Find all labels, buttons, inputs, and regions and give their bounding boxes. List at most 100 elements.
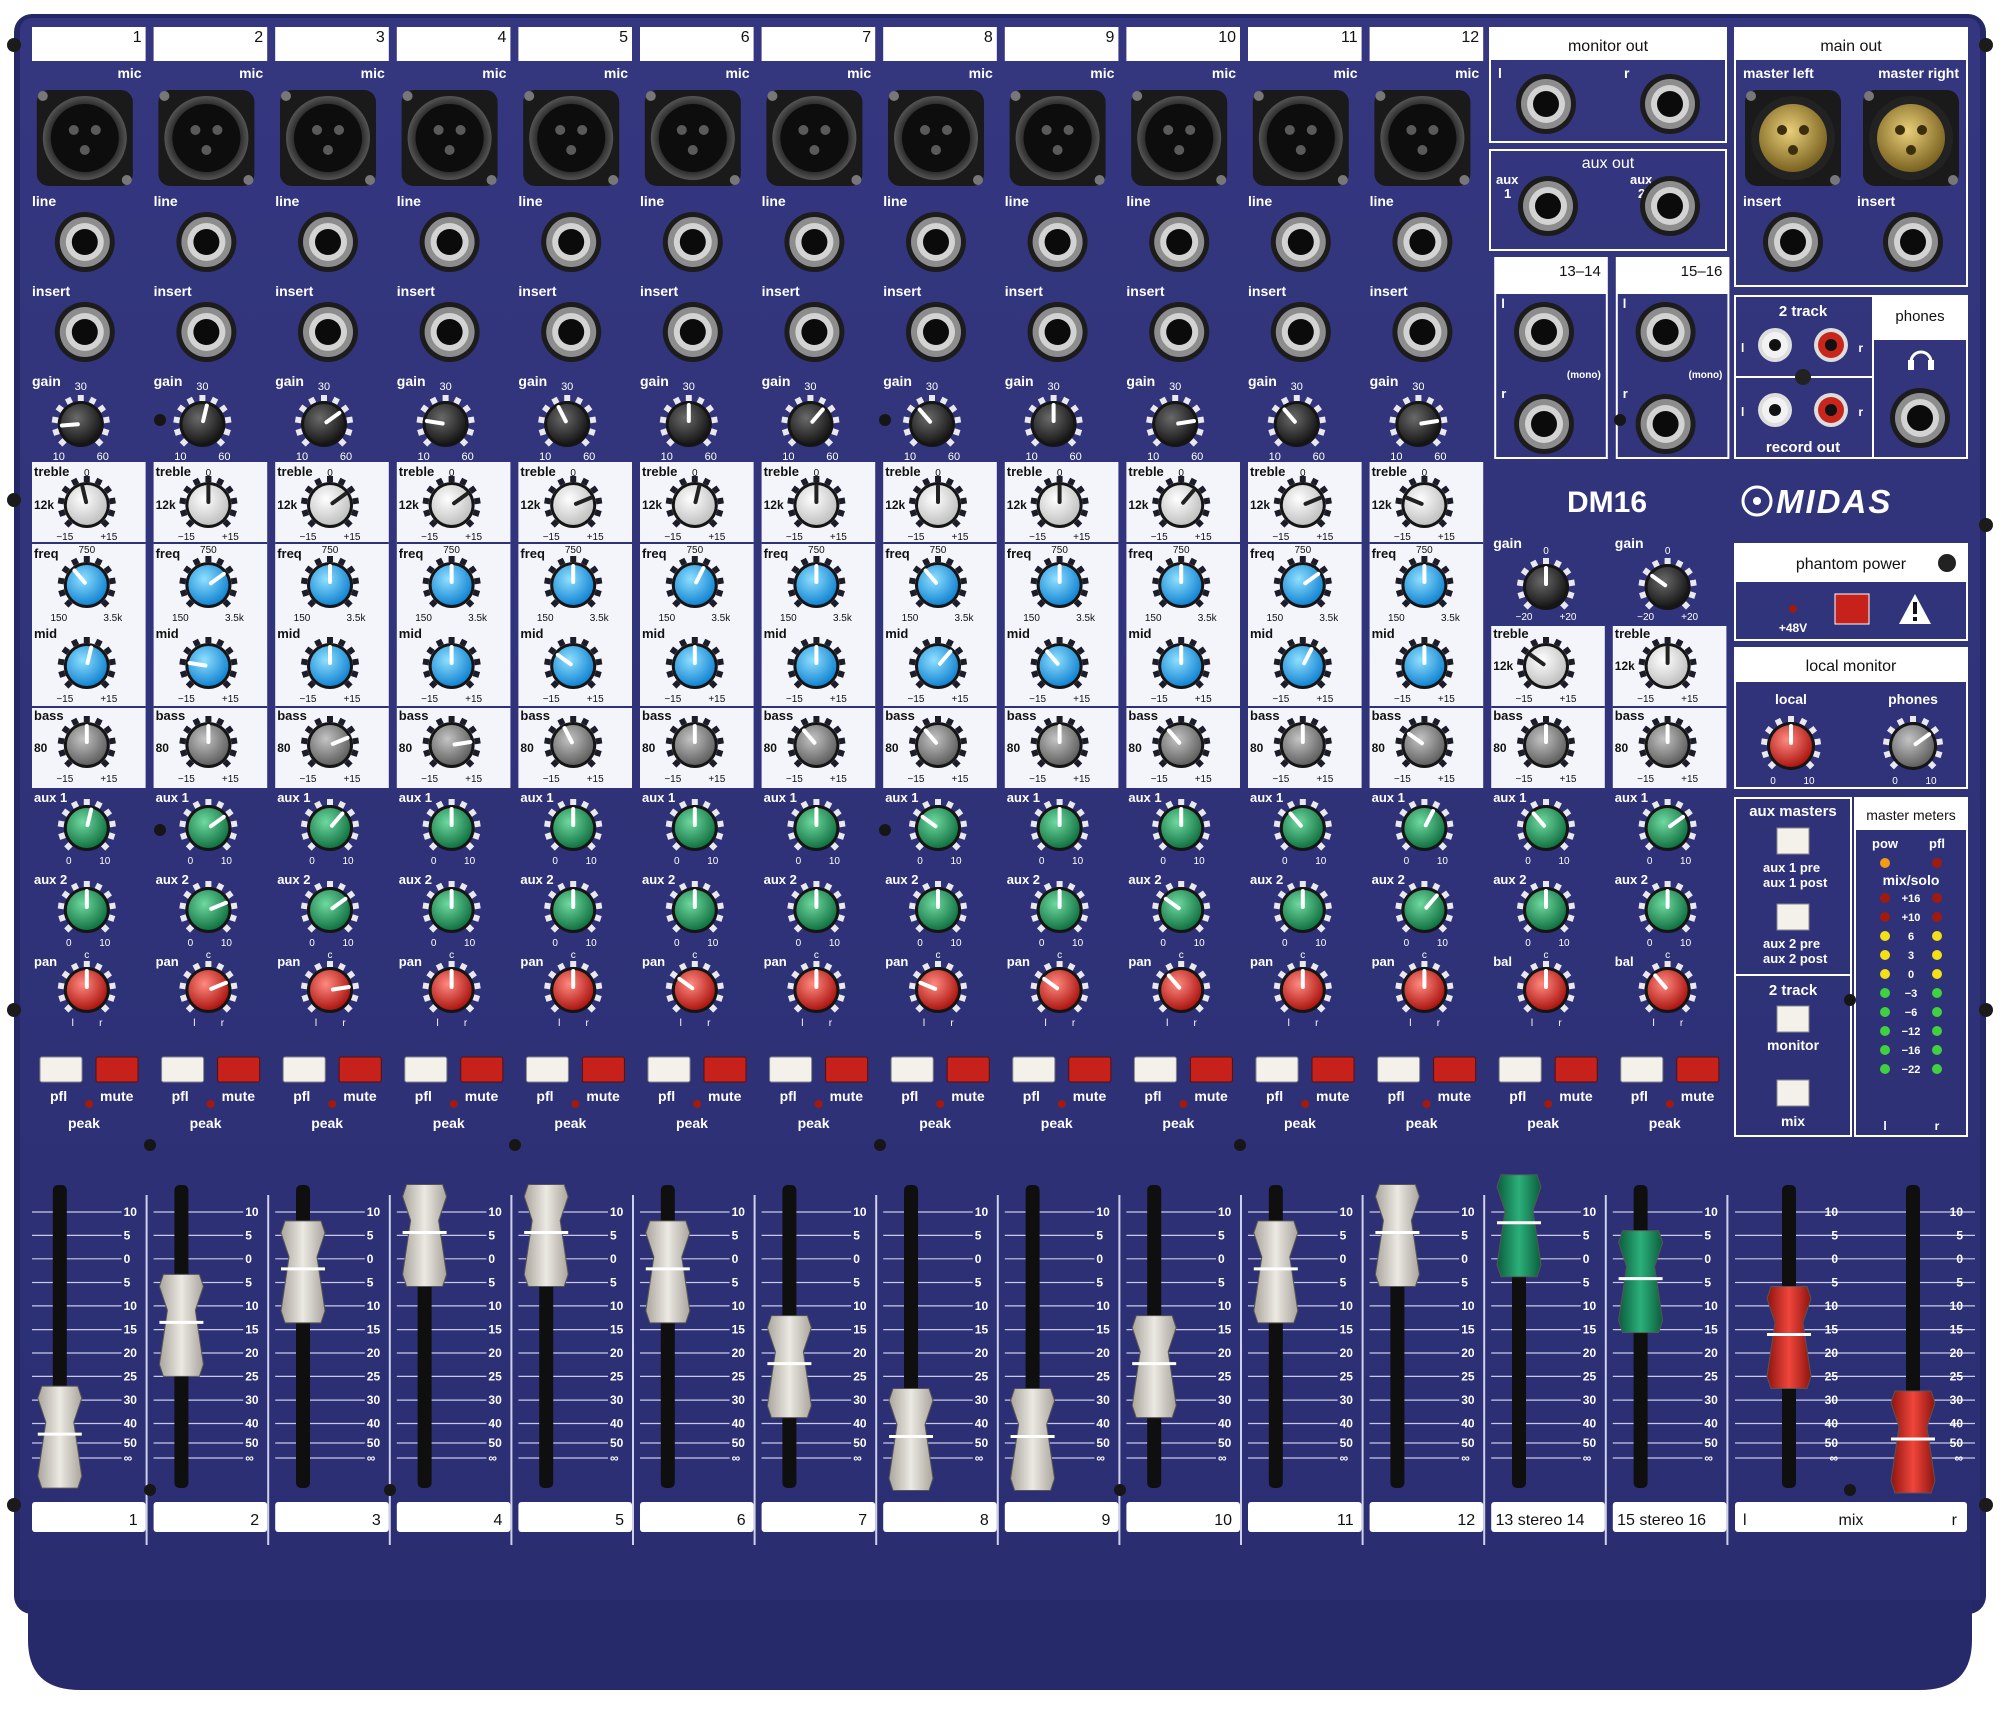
pfl-button[interactable]: [525, 1056, 569, 1083]
pfl-button[interactable]: [647, 1056, 691, 1083]
quarter-inch-jack-icon[interactable]: [176, 302, 237, 362]
quarter-inch-jack-icon[interactable]: [784, 212, 845, 272]
phones-jack[interactable]: [1890, 388, 1950, 448]
two-track-to-monitor-button[interactable]: [1776, 1005, 1810, 1033]
quarter-inch-jack-icon[interactable]: [1514, 394, 1574, 454]
aux2-pre-post-button[interactable]: [1776, 903, 1810, 931]
fader-cap[interactable]: [523, 1183, 569, 1287]
pfl-button[interactable]: [769, 1056, 813, 1083]
mute-button[interactable]: [460, 1056, 504, 1083]
fader-cap[interactable]: [888, 1388, 934, 1492]
main-insert-left-jack[interactable]: [1763, 212, 1823, 272]
mute-button[interactable]: [95, 1056, 139, 1083]
mute-button[interactable]: [581, 1056, 625, 1083]
fader-cap[interactable]: [1766, 1286, 1812, 1389]
quarter-inch-jack-icon[interactable]: [906, 212, 966, 272]
fader-cap[interactable]: [1253, 1220, 1299, 1324]
xlr-input-icon[interactable]: [280, 90, 376, 186]
mute-button[interactable]: [1554, 1056, 1598, 1083]
quarter-inch-jack-icon[interactable]: [541, 302, 602, 362]
quarter-inch-jack-icon[interactable]: [1270, 302, 1331, 362]
mute-button[interactable]: [217, 1056, 261, 1083]
phantom-power-button[interactable]: [1834, 593, 1870, 625]
xlr-input-icon[interactable]: [158, 90, 255, 186]
quarter-inch-jack-icon[interactable]: [1392, 212, 1453, 272]
mute-button[interactable]: [338, 1056, 382, 1083]
pfl-button[interactable]: [404, 1056, 448, 1083]
mute-button[interactable]: [1068, 1056, 1112, 1083]
rca-jack-icon[interactable]: [1814, 328, 1848, 362]
mute-button[interactable]: [1311, 1056, 1355, 1083]
quarter-inch-jack-icon[interactable]: [541, 212, 602, 272]
two-track-to-mix-button[interactable]: [1776, 1079, 1810, 1107]
aux-out-1-jack[interactable]: [1518, 176, 1578, 236]
main-insert-right-jack[interactable]: [1883, 212, 1943, 272]
xlr-input-icon[interactable]: [36, 90, 133, 186]
quarter-inch-jack-icon[interactable]: [1027, 212, 1088, 272]
quarter-inch-jack-icon[interactable]: [1392, 302, 1453, 362]
quarter-inch-jack-icon[interactable]: [1149, 302, 1210, 362]
pfl-button[interactable]: [39, 1056, 83, 1083]
quarter-inch-jack-icon[interactable]: [784, 302, 845, 362]
fader-cap[interactable]: [37, 1385, 83, 1489]
fader-cap[interactable]: [280, 1220, 326, 1324]
fader-cap[interactable]: [1374, 1183, 1420, 1287]
fader-cap[interactable]: [158, 1273, 204, 1377]
aux-out-2-jack[interactable]: [1640, 176, 1700, 236]
xlr-input-icon[interactable]: [888, 90, 984, 186]
pfl-button[interactable]: [1498, 1056, 1542, 1083]
pfl-button[interactable]: [890, 1056, 934, 1083]
mute-button[interactable]: [946, 1056, 990, 1083]
quarter-inch-jack-icon[interactable]: [1635, 302, 1696, 362]
monitor-out-left-jack[interactable]: [1516, 74, 1576, 134]
quarter-inch-jack-icon[interactable]: [176, 212, 237, 272]
xlr-input-icon[interactable]: [644, 90, 741, 186]
xlr-output-icon[interactable]: [1863, 90, 1959, 186]
fader-cap[interactable]: [1010, 1388, 1056, 1492]
aux1-pre-post-button[interactable]: [1776, 827, 1810, 855]
quarter-inch-jack-icon[interactable]: [1027, 302, 1088, 362]
fader-cap[interactable]: [766, 1315, 812, 1419]
quarter-inch-jack-icon[interactable]: [298, 302, 358, 362]
xlr-input-icon[interactable]: [523, 90, 620, 186]
quarter-inch-jack-icon[interactable]: [1149, 212, 1210, 272]
quarter-inch-jack-icon[interactable]: [1514, 302, 1574, 362]
mute-button[interactable]: [1433, 1056, 1477, 1083]
rca-jack-icon[interactable]: [1758, 328, 1792, 362]
fader-cap[interactable]: [1890, 1390, 1936, 1494]
pfl-button[interactable]: [282, 1056, 326, 1083]
xlr-input-icon[interactable]: [1131, 90, 1228, 186]
rca-jack-icon[interactable]: [1814, 393, 1848, 427]
quarter-inch-jack-icon[interactable]: [298, 212, 358, 272]
xlr-input-icon[interactable]: [1374, 90, 1471, 186]
mute-button[interactable]: [825, 1056, 869, 1083]
pfl-button[interactable]: [1012, 1056, 1056, 1083]
quarter-inch-jack-icon[interactable]: [662, 212, 723, 272]
fader-cap[interactable]: [1618, 1230, 1664, 1334]
fader-cap[interactable]: [645, 1220, 691, 1324]
quarter-inch-jack-icon[interactable]: [419, 302, 480, 362]
quarter-inch-jack-icon[interactable]: [54, 302, 115, 362]
quarter-inch-jack-icon[interactable]: [1635, 394, 1696, 454]
mute-button[interactable]: [1189, 1056, 1233, 1083]
pfl-button[interactable]: [161, 1056, 205, 1083]
rca-jack-icon[interactable]: [1758, 393, 1792, 427]
monitor-out-right-jack[interactable]: [1640, 74, 1700, 134]
pfl-button[interactable]: [1255, 1056, 1299, 1083]
xlr-input-icon[interactable]: [766, 90, 863, 186]
quarter-inch-jack-icon[interactable]: [419, 212, 480, 272]
pfl-button[interactable]: [1377, 1056, 1421, 1083]
xlr-output-icon[interactable]: [1745, 90, 1841, 186]
xlr-input-icon[interactable]: [1009, 90, 1106, 186]
fader-cap[interactable]: [1496, 1174, 1542, 1278]
xlr-input-icon[interactable]: [401, 90, 498, 186]
fader-cap[interactable]: [1131, 1315, 1177, 1419]
quarter-inch-jack-icon[interactable]: [1270, 212, 1331, 272]
quarter-inch-jack-icon[interactable]: [54, 212, 115, 272]
quarter-inch-jack-icon[interactable]: [906, 302, 966, 362]
mute-button[interactable]: [1676, 1056, 1720, 1083]
fader-cap[interactable]: [402, 1183, 448, 1287]
quarter-inch-jack-icon[interactable]: [662, 302, 723, 362]
pfl-button[interactable]: [1133, 1056, 1177, 1083]
mute-button[interactable]: [703, 1056, 747, 1083]
